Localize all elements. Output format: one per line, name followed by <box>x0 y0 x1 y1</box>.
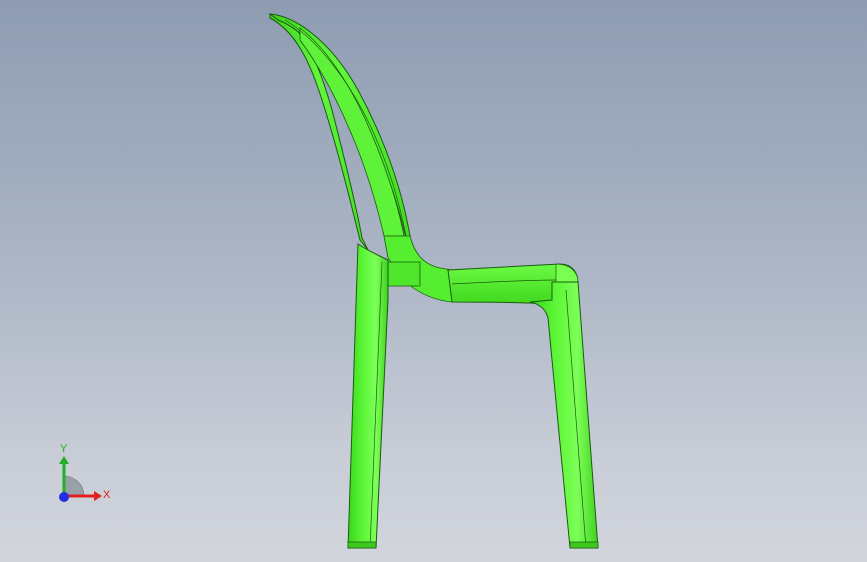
rear-leg-foot <box>347 541 377 549</box>
z-axis-dot <box>59 492 69 502</box>
x-axis-label: X <box>103 489 111 501</box>
x-axis-arrowhead <box>94 491 102 501</box>
y-axis-arrowhead <box>59 456 69 464</box>
triad-graphic: Y X <box>59 443 111 502</box>
chair-model[interactable] <box>0 0 867 562</box>
y-axis-label: Y <box>60 443 68 455</box>
front-leg <box>529 281 599 549</box>
front-leg-foot <box>569 541 599 549</box>
graphics-viewport[interactable]: Y X <box>0 0 867 562</box>
axis-triad: Y X <box>44 440 124 520</box>
seat-crossbar <box>385 261 421 287</box>
seat-front-corner <box>555 263 579 283</box>
rear-leg <box>347 243 389 549</box>
